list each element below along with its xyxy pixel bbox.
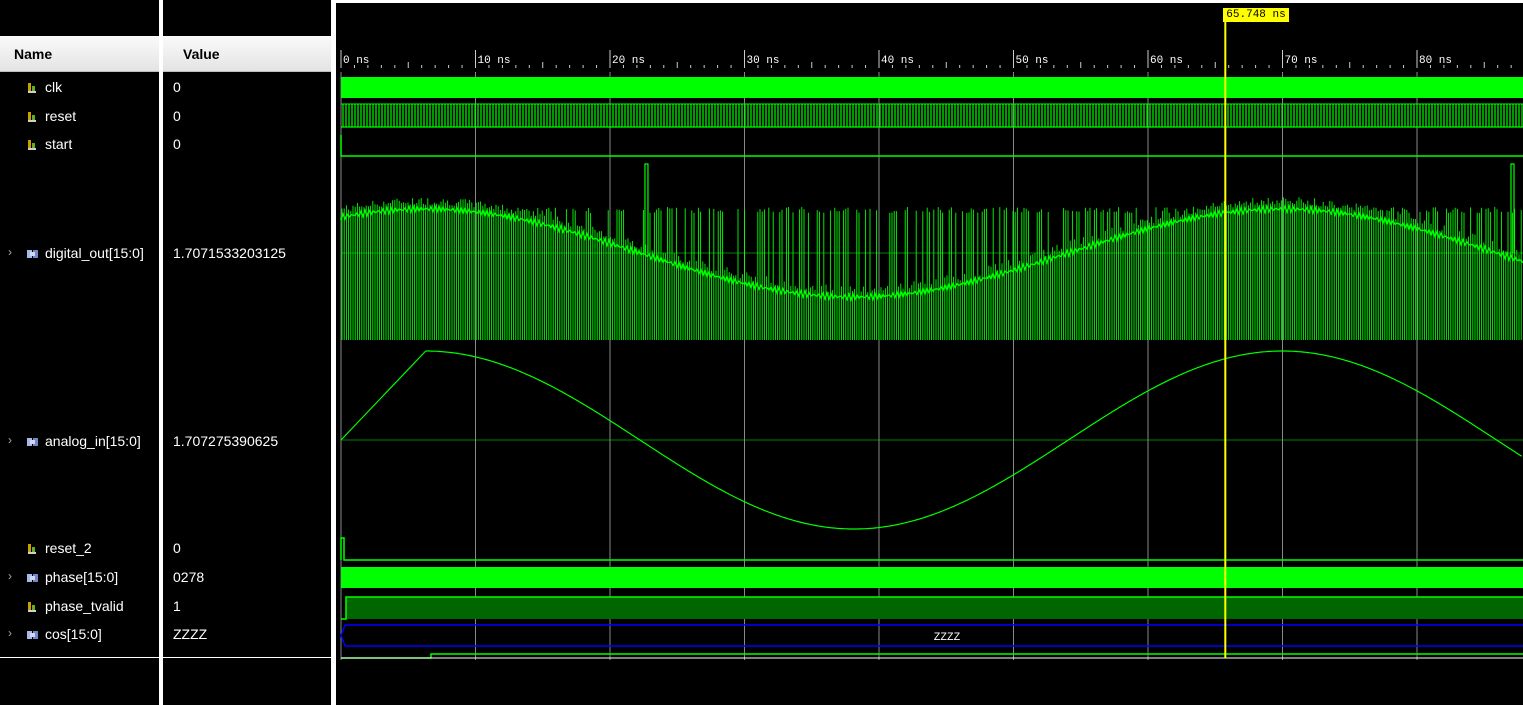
timeline-tick-label: 50 ns — [1016, 55, 1049, 67]
clk-waveform — [341, 77, 1523, 98]
signal-row[interactable]: reset_2 0 — [0, 540, 331, 558]
signal-value: 0 — [173, 540, 181, 556]
signal-value: 1.707275390625 — [173, 433, 279, 449]
signal-row[interactable]: start 0 — [0, 136, 331, 154]
bus-signal-icon — [27, 438, 38, 446]
bit-signal-icon — [28, 544, 36, 554]
signal-row[interactable]: › digital_out[15:0] 1.7071533203125 — [0, 245, 331, 263]
bus-signal-icon — [27, 631, 38, 639]
expand-chevron-icon[interactable]: › — [8, 569, 12, 583]
expand-chevron-icon[interactable]: › — [8, 433, 12, 447]
signal-name: reset — [45, 108, 77, 124]
bit-signal-icon — [28, 112, 36, 122]
signal-row[interactable]: clk 0 — [0, 79, 331, 97]
phase-tvalid-fill — [346, 597, 1523, 619]
bit-signal-icon — [28, 140, 36, 150]
timeline-tick-label: 20 ns — [612, 55, 645, 67]
waveform-canvas[interactable]: 0 ns 10 ns 20 ns 30 ns 40 ns 50 ns 60 ns 70 ns 8… — [336, 3, 1523, 705]
bus-signal-icon — [27, 574, 38, 582]
bus-signal-icon — [27, 250, 38, 258]
signal-value: 1.7071533203125 — [173, 245, 286, 261]
signal-name: cos[15:0] — [45, 626, 102, 642]
phase-waveform — [341, 567, 1523, 588]
timeline-tick-label: 0 ns — [343, 55, 369, 67]
timeline-tick-label: 40 ns — [881, 55, 914, 67]
signal-row[interactable]: reset 0 — [0, 108, 331, 126]
list-end-line — [163, 657, 331, 658]
signal-name: phase_tvalid — [45, 598, 124, 614]
signal-name: clk — [45, 79, 63, 95]
timeline-tick-label: 10 ns — [478, 55, 511, 67]
cos-waveform — [340, 624, 1523, 647]
cursor-time-label[interactable]: 65.748 ns — [1223, 8, 1289, 22]
signal-row[interactable]: › cos[15:0] ZZZZ — [0, 626, 331, 644]
expand-chevron-icon[interactable]: › — [8, 626, 12, 640]
signal-value: ZZZZ — [173, 626, 208, 642]
signal-name: reset_2 — [45, 540, 92, 556]
signal-row[interactable]: › phase[15:0] 0278 — [0, 569, 331, 587]
signal-row[interactable]: › analog_in[15:0] 1.707275390625 — [0, 433, 331, 451]
signal-value: 0 — [173, 136, 181, 152]
timeline-tick-label: 60 ns — [1150, 55, 1183, 67]
digital-out-spike — [644, 163, 649, 253]
signal-value: 1 — [173, 598, 181, 614]
timeline-tick-label: 30 ns — [747, 55, 780, 67]
list-end-line — [0, 657, 159, 658]
expand-chevron-icon[interactable]: › — [8, 245, 12, 259]
value-column-header[interactable]: Value — [163, 36, 331, 72]
cos-bus-value: ZZZZ — [934, 632, 961, 644]
next-signal-waveform — [341, 653, 1523, 659]
reset-2-waveform — [340, 537, 1523, 561]
bit-signal-icon — [28, 602, 36, 612]
bit-signal-icon — [28, 83, 36, 93]
name-column-header[interactable]: Name — [0, 36, 159, 72]
signal-name: phase[15:0] — [45, 569, 119, 585]
timeline-tick-label: 70 ns — [1285, 55, 1318, 67]
reset-waveform — [341, 104, 1523, 128]
signal-name: start — [45, 136, 73, 152]
signal-name: analog_in[15:0] — [45, 433, 141, 449]
start-waveform — [340, 135, 1523, 157]
signal-value: 0278 — [173, 569, 205, 585]
timeline-tick-label: 80 ns — [1419, 55, 1452, 67]
signal-name: digital_out[15:0] — [45, 245, 144, 261]
signal-value: 0 — [173, 108, 181, 124]
signal-value: 0 — [173, 79, 181, 95]
signal-row[interactable]: phase_tvalid 1 — [0, 598, 331, 616]
